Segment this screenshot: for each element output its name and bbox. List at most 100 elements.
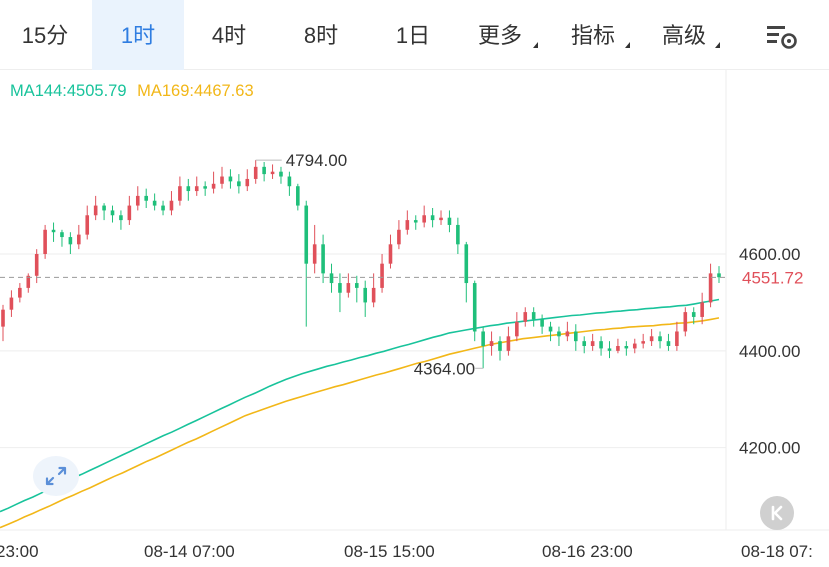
candle-body [169, 200, 174, 211]
candle-body [321, 244, 325, 274]
candle-body [430, 215, 435, 221]
tab-label: 1时 [120, 23, 156, 48]
candle-body [397, 229, 401, 245]
candle-body [464, 244, 469, 284]
candle-body [624, 346, 629, 349]
candle-body [110, 210, 115, 216]
x-tick-label: 08-18 07: [741, 542, 813, 561]
last-price-label: 4551.72 [742, 268, 803, 287]
candle-body [616, 346, 620, 351]
tab-8h[interactable]: 8时 [276, 0, 366, 70]
tab-advanced[interactable]: 高级 [646, 0, 722, 70]
low-annotation-label: 4364.00 [414, 359, 475, 378]
y-tick-label: 4200.00 [739, 439, 800, 458]
candle-body [338, 283, 342, 293]
candle-body [472, 283, 477, 332]
candle-body [557, 331, 561, 337]
tab-label: 更多 [477, 23, 522, 48]
candle-body [237, 181, 241, 187]
candle-body [312, 244, 317, 264]
candle-body [1, 309, 5, 327]
candle-body [203, 186, 207, 189]
x-tick-label: 08-15 15:00 [344, 542, 435, 561]
tab-label: 1日 [395, 23, 431, 48]
candle-body [590, 341, 595, 346]
tab-15m[interactable]: 15分 [0, 0, 90, 70]
candle-body [119, 215, 123, 221]
candle-body [506, 336, 511, 351]
x-tick-label: 08-14 07:00 [144, 542, 235, 561]
candle-body [253, 166, 258, 179]
ma-legend: MA144:4505.79 MA169:4467.63 [10, 82, 260, 101]
candle-body [607, 348, 612, 351]
candle-body [641, 341, 645, 344]
candle-body [363, 287, 368, 303]
candle-body [447, 217, 452, 225]
expand-button[interactable] [33, 456, 79, 496]
candle-body [523, 312, 528, 322]
candle-body [574, 331, 578, 342]
price-chart[interactable]: 4200.00 4400.00 4600.00 23:00 08-14 07:00 08-… [0, 70, 829, 567]
candle-body [489, 341, 494, 346]
candle-body [439, 217, 443, 221]
tab-label: 4时 [211, 23, 247, 48]
candle-body [9, 297, 14, 310]
tab-4h[interactable]: 4时 [184, 0, 274, 70]
candle-body [666, 341, 671, 346]
candle-body [144, 195, 148, 201]
candle-body [43, 229, 47, 254]
candle-body [228, 176, 233, 182]
candle-body [371, 287, 376, 303]
candle-body [178, 186, 182, 201]
tab-label: 高级 [661, 23, 706, 48]
candle-body [245, 178, 250, 187]
ma169-legend: MA169:4467.63 [137, 82, 254, 100]
candle-body [18, 287, 22, 298]
candle-body [413, 220, 418, 223]
candle-body [85, 215, 90, 235]
expand-icon [45, 466, 67, 486]
tab-1d[interactable]: 1日 [368, 0, 458, 70]
candle-body [422, 215, 426, 223]
candle-body [700, 302, 704, 317]
candle-body [691, 312, 696, 317]
candle-body [279, 171, 283, 177]
candle-body [60, 232, 64, 238]
candle-body [456, 224, 460, 245]
x-tick-label: 08-16 23:00 [542, 542, 633, 561]
candle-body [152, 200, 157, 206]
candle-body [632, 343, 637, 349]
candle-body [658, 336, 662, 342]
candle-body [582, 341, 587, 346]
candle-body [380, 263, 384, 288]
candle-body [287, 176, 292, 187]
candle-body [161, 205, 165, 211]
candle-body [540, 319, 544, 327]
candle-body [683, 312, 688, 332]
candle-body [717, 273, 721, 278]
dropdown-triangle-icon [715, 42, 720, 48]
candle-body [51, 229, 56, 233]
chart-settings-icon[interactable] [764, 20, 800, 52]
candle-body [405, 220, 410, 230]
candle-body [220, 176, 224, 184]
tab-1h[interactable]: 1时 [92, 0, 184, 70]
candle-body [262, 166, 266, 175]
candle-body [548, 326, 553, 332]
candle-body [346, 283, 351, 293]
candle-body [186, 186, 191, 192]
y-tick-label: 4400.00 [739, 342, 800, 361]
tab-label: 指标 [570, 23, 615, 48]
candle-body [388, 244, 393, 264]
tab-label: 8时 [303, 23, 339, 48]
tab-indicators[interactable]: 指标 [554, 0, 632, 70]
candle-body [77, 234, 81, 245]
candle-body [93, 205, 98, 216]
collapse-button[interactable] [760, 496, 794, 530]
tab-label: 15分 [21, 23, 69, 48]
candle-body [135, 195, 140, 206]
tab-more[interactable]: 更多 [460, 0, 540, 70]
dropdown-triangle-icon [625, 42, 630, 48]
collapse-icon [771, 505, 783, 521]
candle-body [296, 186, 300, 206]
